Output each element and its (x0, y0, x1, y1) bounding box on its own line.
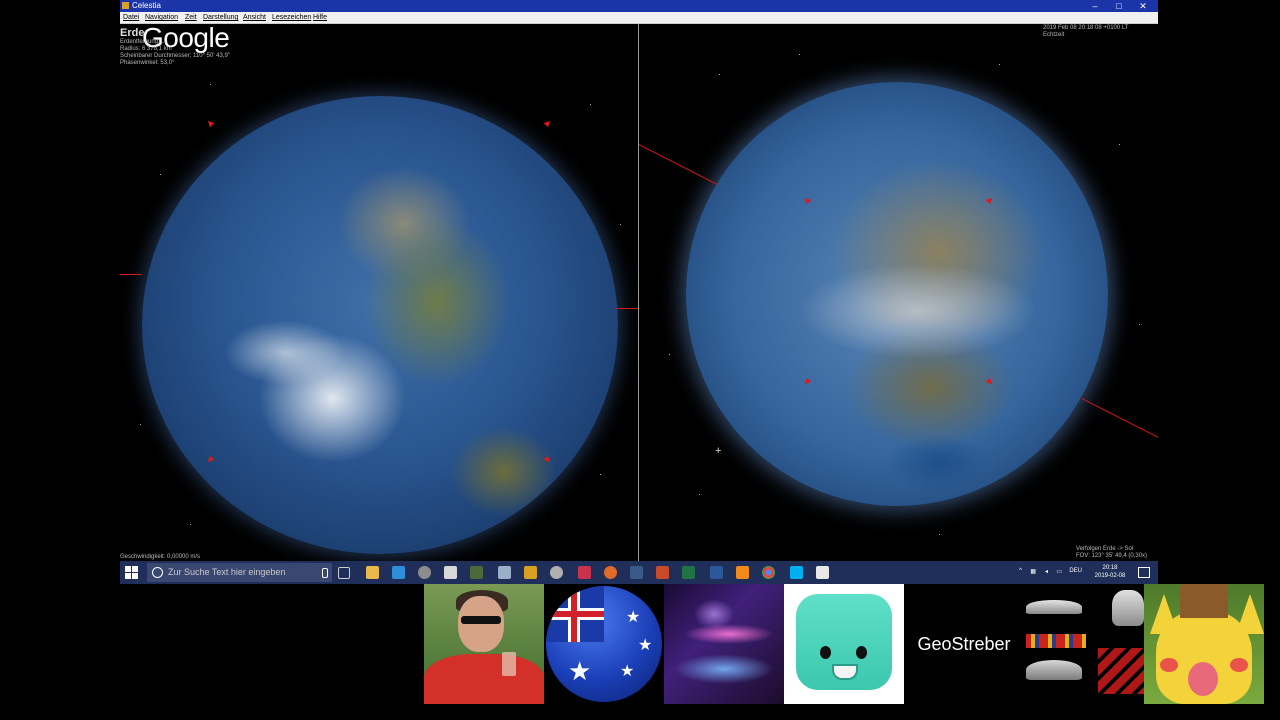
orbit-line (639, 144, 718, 185)
clock-time: 20:18 (1102, 565, 1118, 571)
app-icon-cube[interactable] (498, 566, 511, 579)
tracking-readout: Verfolgen Erde -> Sol (1076, 546, 1134, 552)
cortana-icon (152, 567, 163, 578)
close-button[interactable]: ✕ (1132, 0, 1154, 12)
menu-darstellung[interactable]: Darstellung (203, 12, 238, 23)
app-icon-red[interactable] (578, 566, 591, 579)
windows-start-icon[interactable] (125, 566, 138, 579)
clock[interactable]: 20:18 2019-02-08 (1090, 564, 1130, 580)
microphone-icon[interactable] (322, 568, 328, 578)
menu-hilfe[interactable]: Hilfe (313, 12, 327, 23)
search-placeholder: Zur Suche Text hier eingeben (168, 567, 286, 577)
app-icon-orange[interactable] (604, 566, 617, 579)
orbit-line (616, 308, 638, 309)
info-line: Scheinbarer Durchmesser: 110° 50' 43,9" (120, 53, 230, 59)
orbit-line (1081, 398, 1158, 440)
menu-zeit[interactable]: Zeit (185, 12, 197, 23)
clock-date: 2019-02-08 (1094, 573, 1126, 579)
military-insignia-image (1024, 584, 1144, 704)
speed-readout: Geschwindigkeit: 0,00000 m/s (120, 554, 201, 560)
language-indicator[interactable]: DEU (1069, 568, 1082, 574)
network-icon[interactable]: ▦ (1030, 568, 1036, 575)
datetime-readout: 2019 Feb 08 20:18:08 +0100 LT (1043, 25, 1129, 31)
search-box[interactable]: Zur Suche Text hier eingeben (147, 563, 332, 582)
battery-icon[interactable]: ▭ (1056, 568, 1062, 575)
skype-icon[interactable] (790, 566, 803, 579)
app-icon-gray[interactable] (418, 566, 431, 579)
left-viewport[interactable]: Erde Google Erdentfernung: ... Radius: 6… (120, 24, 639, 561)
selection-marker (543, 118, 553, 128)
store-icon[interactable] (392, 566, 405, 579)
app-icon-green[interactable] (470, 566, 483, 579)
australia-flag-ball-icon: ★ ★ ★ ★ (544, 584, 664, 704)
excel-icon[interactable] (682, 566, 695, 579)
menu-lesezeichen[interactable]: Lesezeichen (272, 12, 311, 23)
vlc-icon[interactable] (736, 566, 749, 579)
info-line: Phasenwinkel: 53,0° (120, 60, 175, 66)
title-bar: Celestia – □ ✕ (120, 0, 1158, 12)
fov-readout: FOV: 123° 35' 49,4 (0,30x) (1076, 553, 1148, 559)
task-view-icon[interactable] (338, 567, 350, 579)
celestia-window: Celestia – □ ✕ Datei Navigation Zeit Dar… (120, 0, 1158, 583)
minimize-button[interactable]: – (1084, 0, 1106, 12)
app-icon (122, 2, 129, 9)
menu-navigation[interactable]: Navigation (145, 12, 178, 23)
chevron-up-icon[interactable]: ^ (1019, 568, 1022, 574)
globe-icon[interactable] (550, 566, 563, 579)
speaker-icon[interactable]: ◂ (1045, 568, 1048, 575)
orbit-line (120, 274, 142, 275)
menu-bar: Datei Navigation Zeit Darstellung Ansich… (120, 12, 1158, 24)
app-icon-white[interactable] (816, 566, 829, 579)
neon-abstract-image (664, 584, 784, 704)
steam-icon[interactable] (630, 566, 643, 579)
time-mode: Echtzeit (1043, 32, 1065, 38)
info-line: Radius: 6 378,1 km (120, 46, 172, 52)
selection-marker (205, 118, 215, 128)
taskbar: Zur Suche Text hier eingeben ^ ▦ ◂ ▭ DEU… (120, 561, 1158, 584)
menu-ansicht[interactable]: Ansicht (243, 12, 266, 23)
mail-icon[interactable] (444, 566, 457, 579)
celestia-taskbar-icon[interactable] (524, 566, 537, 579)
window-title: Celestia (132, 1, 161, 10)
powerpoint-icon[interactable] (656, 566, 669, 579)
word-icon[interactable] (710, 566, 723, 579)
earth-globe-right (686, 82, 1108, 506)
right-viewport[interactable]: + 2019 Feb 08 20:18:08 +0100 LT Echtzeit… (639, 24, 1158, 561)
object-name: Erde (120, 27, 145, 39)
notifications-icon[interactable] (1138, 567, 1150, 578)
teal-mascot-icon (784, 584, 904, 704)
streamer-photo (424, 584, 544, 704)
channel-name: GeoStreber (917, 634, 1011, 654)
crosshair-cursor-icon: + (715, 445, 722, 457)
menu-datei[interactable]: Datei (123, 12, 139, 23)
pikachu-emote-icon (1144, 584, 1264, 704)
earth-globe-left (142, 96, 618, 554)
maximize-button[interactable]: □ (1108, 0, 1130, 12)
info-line: Erdentfernung: ... (120, 39, 167, 45)
file-explorer-icon[interactable] (366, 566, 379, 579)
chrome-icon[interactable] (762, 566, 775, 579)
